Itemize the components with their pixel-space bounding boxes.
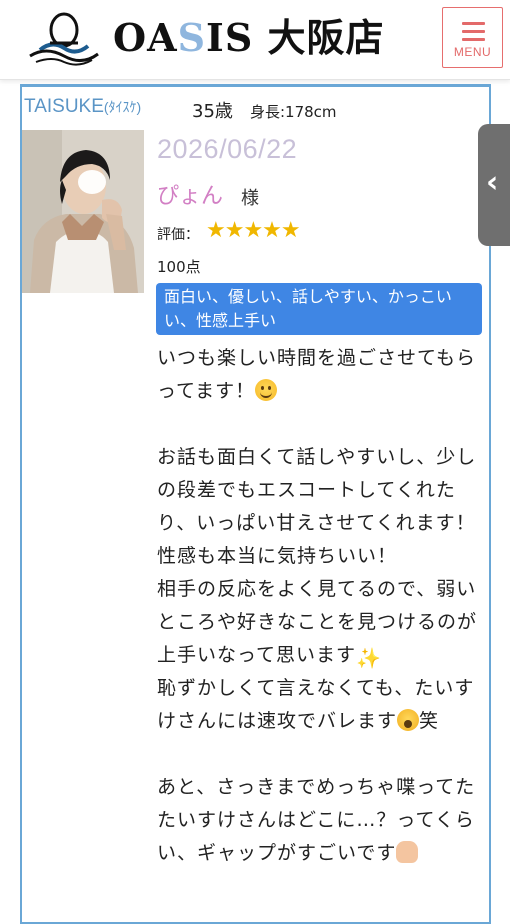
cast-name-link[interactable]: TAISUKE(ﾀｲｽｹ) [24, 96, 141, 118]
review-paragraph: お話も面白くて話しやすいし、少しの段差でもエスコートしてくれたり、いっぱい甘えさ… [157, 441, 487, 672]
shocked-face-icon [397, 709, 420, 731]
cast-age: 35歳 [192, 101, 233, 122]
customer-honorific: 様 [241, 188, 259, 209]
cast-name-kana: (ﾀｲｽｹ) [103, 99, 142, 115]
review-paragraph: あと、さっきまでめっちゃ喋ってたたいすけさんはどこに…？ってくらい、ギャップがす… [157, 771, 487, 870]
review-score: 100点 [157, 258, 201, 276]
menu-label: MENU [453, 45, 492, 59]
site-header: OASIS 大阪店 MENU [0, 0, 510, 80]
review-paragraph: いつも楽しい時間を過ごさせてもらってます！ [157, 342, 487, 408]
brand-title-accent: S [177, 15, 207, 60]
review-body: いつも楽しい時間を過ごさせてもらってます！ お話も面白くて話しやすいし、少しの段… [157, 342, 487, 870]
review-paragraph: 恥ずかしくて言えなくても、たいすけさんには速攻でバレます笑 [157, 672, 487, 738]
smiling-face-icon [255, 379, 278, 401]
oasis-wave-logo-icon[interactable] [26, 10, 102, 66]
cast-photo-image [22, 130, 144, 293]
review-text: いつも楽しい時間を過ごさせてもらってます！ [157, 347, 477, 402]
cast-name: TAISUKE [24, 96, 104, 117]
side-panel-toggle[interactable]: ‹ [478, 124, 510, 246]
rating-label: 評価： [157, 227, 199, 243]
brand-title-part: OA [113, 15, 178, 60]
review-tags: 面白い、優しい、話しやすい、かっこいい、性感上手い [156, 283, 482, 335]
brand-title-part: IS 大阪店 [206, 15, 385, 60]
menu-button[interactable]: MENU [442, 7, 503, 68]
review-date: 2026/06/22 [157, 134, 298, 164]
hands-icon [396, 841, 419, 863]
hamburger-icon [462, 22, 485, 25]
cast-height: 身長:178cm [250, 103, 337, 121]
customer-name: ぴょん [157, 184, 224, 209]
star-rating-icon: ★★★★★ [206, 218, 301, 243]
review-text: 笑 [419, 710, 440, 732]
cast-photo[interactable] [22, 130, 144, 293]
hamburger-icon [462, 38, 485, 41]
brand-title[interactable]: OASIS 大阪店 [113, 14, 385, 62]
review-text: お話も面白くて話しやすいし、少しの段差でもエスコートしてくれたり、いっぱい甘えさ… [157, 446, 478, 666]
sparkles-icon: ✨ [356, 646, 382, 670]
chevron-left-icon: ‹ [486, 165, 499, 200]
hamburger-icon [462, 30, 485, 33]
review-text: あと、さっきまでめっちゃ喋ってたたいすけさんはどこに…？ってくらい、ギャップがす… [157, 776, 476, 864]
